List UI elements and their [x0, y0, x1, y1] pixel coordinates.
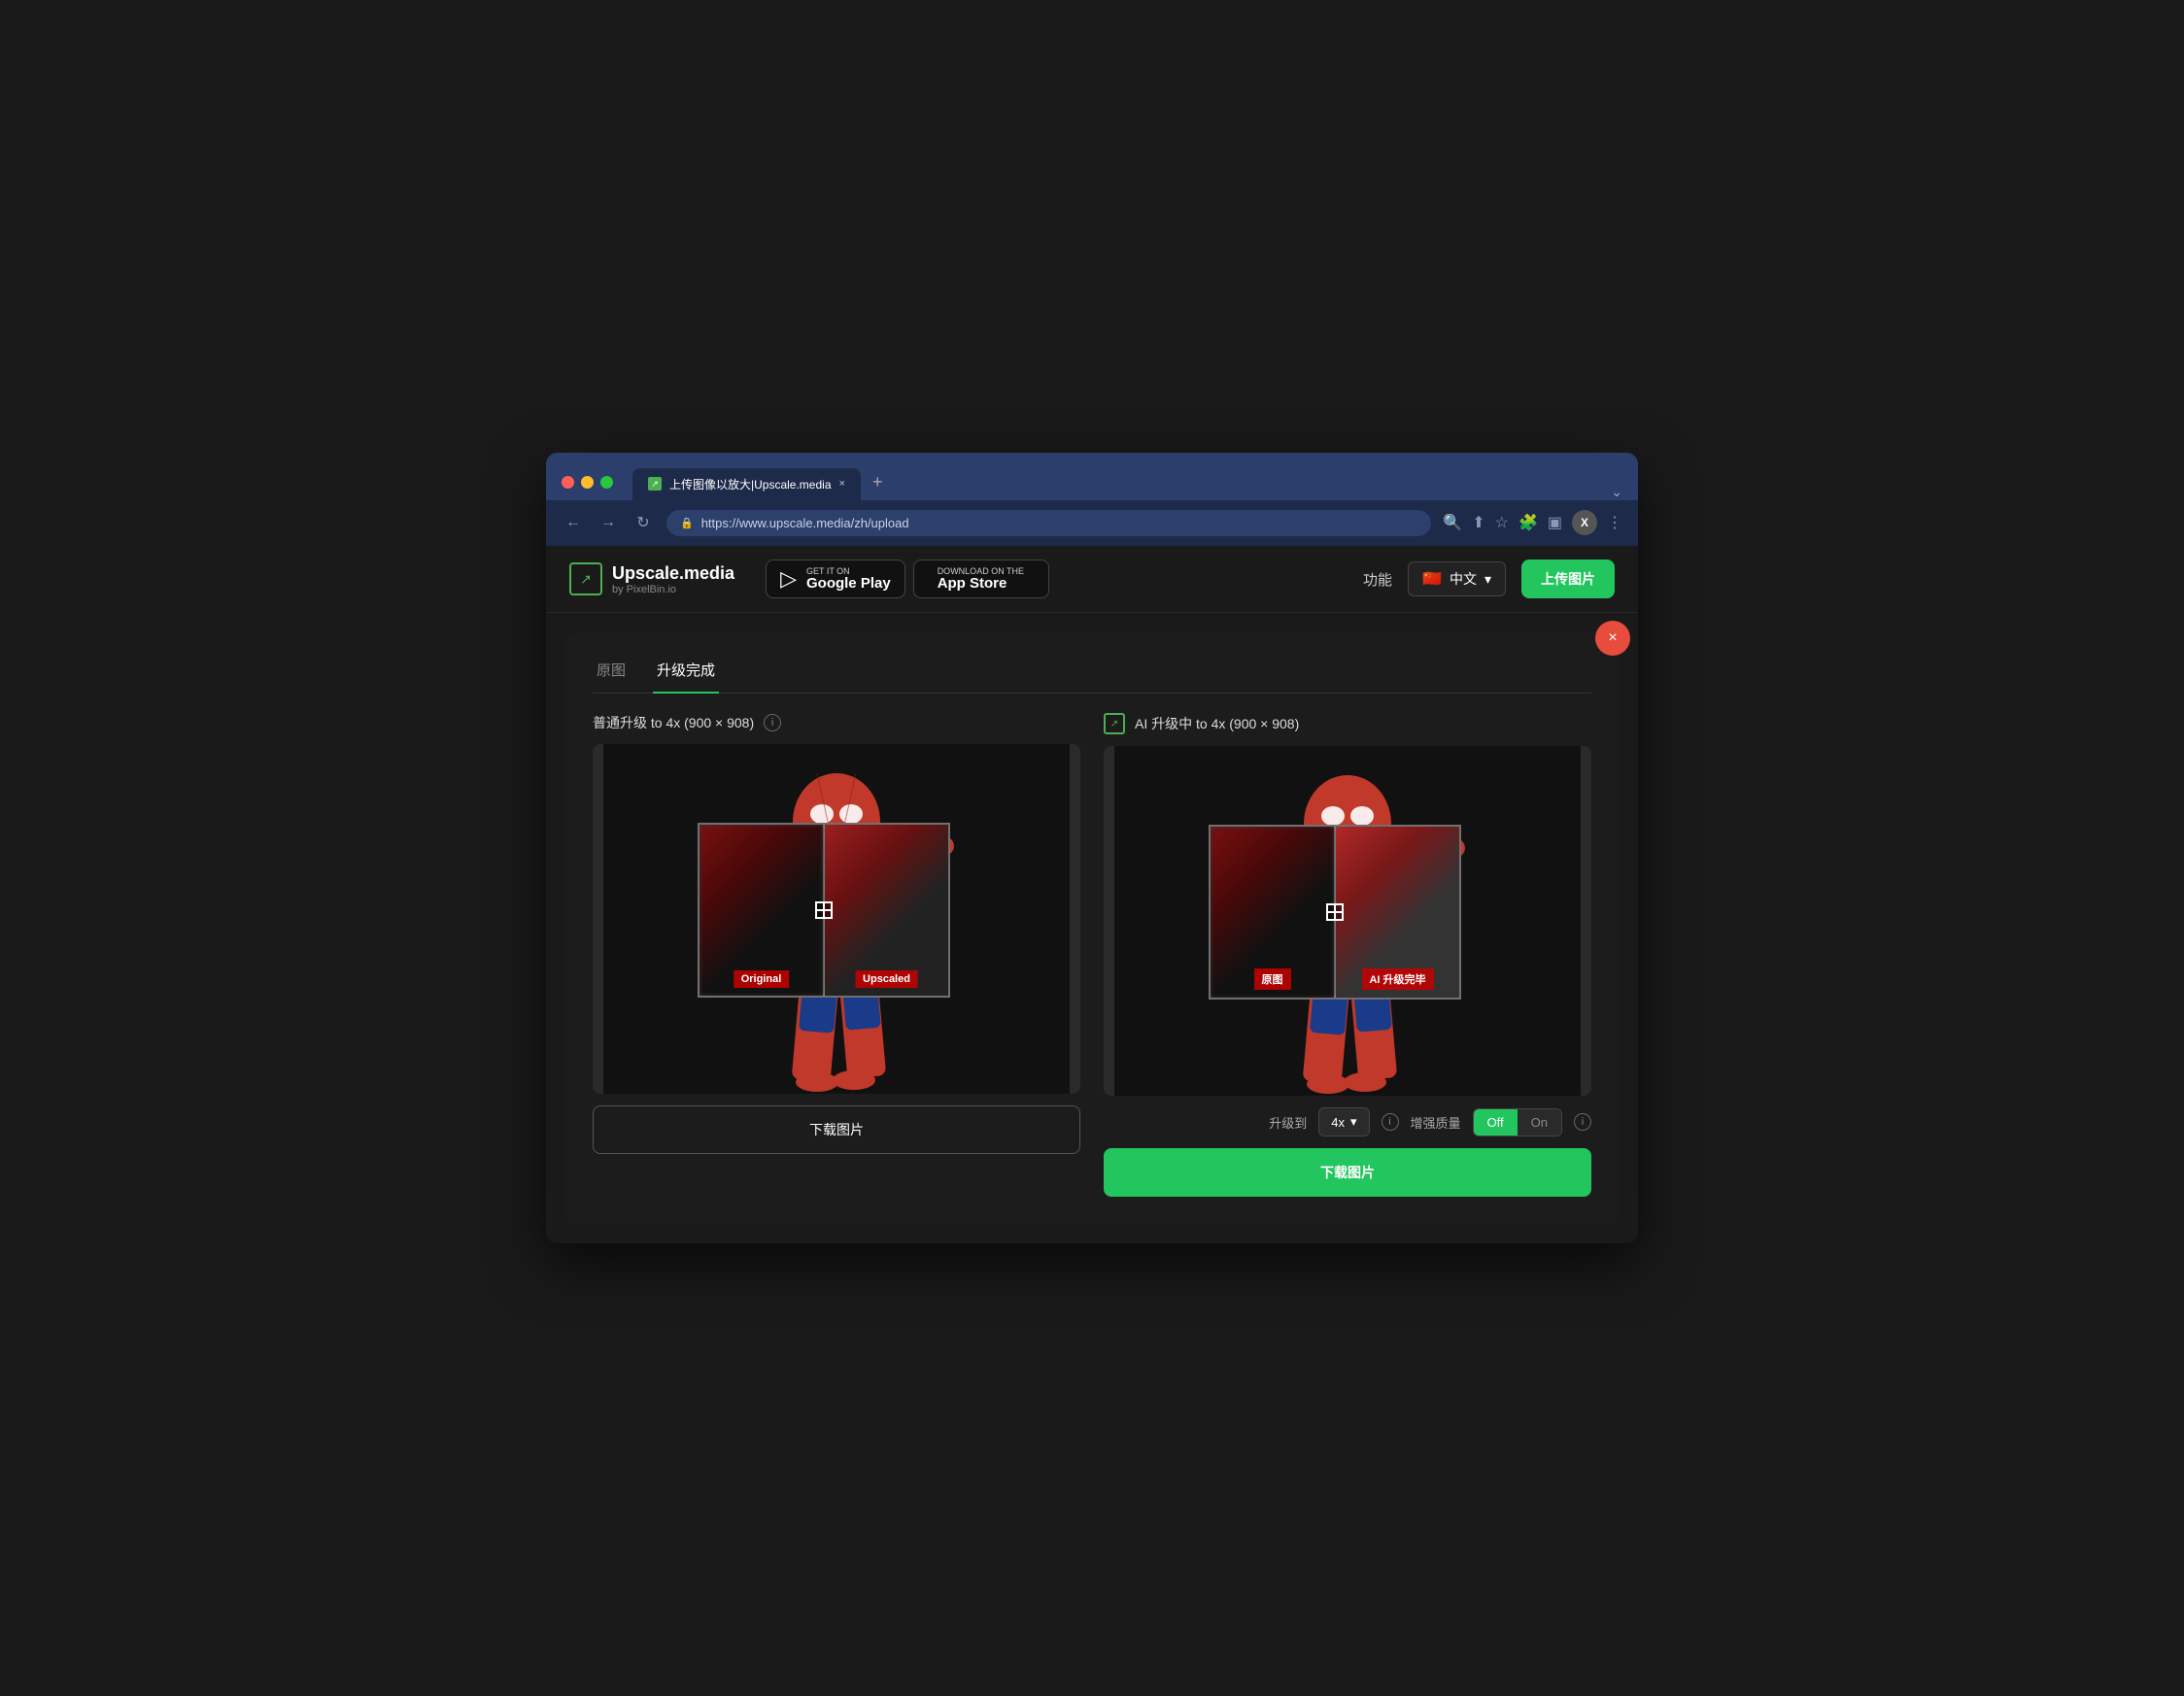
logo-name: Upscale.media — [612, 563, 734, 584]
site-logo: ↗ Upscale.media by PixelBin.io — [569, 562, 734, 595]
flag-icon: 🇨🇳 — [1422, 569, 1442, 589]
right-image-container: 原图 AI 升级完毕 — [1104, 746, 1591, 1096]
site-header: ↗ Upscale.media by PixelBin.io ▷ GET IT … — [546, 546, 1638, 614]
panels-row: 普通升级 to 4x (900 × 908) i — [593, 713, 1591, 1197]
language-selector[interactable]: 🇨🇳 中文 ▾ — [1408, 561, 1506, 596]
page-content: ↗ Upscale.media by PixelBin.io ▷ GET IT … — [546, 546, 1638, 1225]
info-icon-left[interactable]: i — [764, 714, 781, 731]
info-icon-quality[interactable]: i — [1574, 1113, 1591, 1131]
maximize-traffic-light[interactable] — [600, 476, 613, 489]
extensions-icon[interactable]: 🧩 — [1519, 513, 1538, 532]
refresh-button[interactable]: ↻ — [631, 513, 655, 532]
main-content: × 原图 升级完成 普通升级 to 4x (900 × 908) i — [565, 632, 1619, 1224]
address-text: https://www.upscale.media/zh/upload — [701, 516, 909, 530]
right-mag-right: AI 升级完毕 — [1336, 827, 1459, 998]
right-panel-header: ↗ AI 升级中 to 4x (900 × 908) — [1104, 713, 1591, 734]
profile-icon[interactable]: X — [1572, 510, 1597, 535]
share-icon[interactable]: ⬆ — [1472, 513, 1484, 532]
address-bar[interactable]: 🔒 https://www.upscale.media/zh/upload — [666, 510, 1431, 536]
chevron-down-icon: ▾ — [1484, 571, 1491, 588]
tab-close-btn[interactable]: × — [839, 478, 845, 490]
browser-titlebar: ↗ 上传图像以放大|Upscale.media × + ⌄ — [546, 453, 1638, 500]
right-download-button[interactable]: 下载图片 — [1104, 1148, 1591, 1197]
upgrade-dropdown[interactable]: 4x ▾ — [1318, 1107, 1369, 1136]
toggle-on-button[interactable]: On — [1518, 1109, 1561, 1136]
forward-button[interactable]: → — [597, 514, 620, 531]
right-magnifier-crosshair[interactable] — [1326, 903, 1344, 921]
logo-text: Upscale.media by PixelBin.io — [612, 563, 734, 595]
menu-icon[interactable]: ⋮ — [1607, 513, 1622, 532]
lang-label: 中文 — [1450, 569, 1477, 589]
tab-upgraded[interactable]: 升级完成 — [653, 652, 719, 694]
tabs-row: 原图 升级完成 — [593, 652, 1591, 694]
upscaled-label: Upscaled — [855, 970, 918, 988]
logo-icon: ↗ — [569, 562, 602, 595]
browser-toolbar-right: 🔍 ⬆ ☆ 🧩 ▣ X ⋮ — [1443, 510, 1622, 535]
sidebar-icon[interactable]: ▣ — [1548, 513, 1562, 532]
right-panel-controls: 升级到 4x ▾ i 增强质量 Off On i — [1104, 1107, 1591, 1136]
traffic-lights — [562, 476, 613, 489]
search-icon[interactable]: 🔍 — [1443, 513, 1462, 532]
ai-panel-icon: ↗ — [1104, 713, 1125, 734]
right-original-label: 原图 — [1254, 968, 1291, 990]
google-play-icon: ▷ — [780, 566, 797, 592]
tab-title: 上传图像以放大|Upscale.media — [669, 476, 832, 492]
store-buttons: ▷ GET IT ON Google Play Download on the … — [766, 560, 1049, 599]
right-panel-actions: 下载图片 — [1104, 1148, 1591, 1197]
expand-icon[interactable]: ⌄ — [1611, 484, 1622, 500]
left-panel-actions: 下载图片 — [593, 1105, 1080, 1154]
left-mag-left: Original — [700, 825, 823, 996]
bookmark-icon[interactable]: ☆ — [1495, 513, 1509, 532]
new-tab-button[interactable]: + — [861, 464, 895, 500]
left-mag-right: Upscaled — [825, 825, 948, 996]
google-play-big: Google Play — [806, 576, 891, 593]
left-magnifier: Original Upscaled — [698, 823, 950, 998]
right-panel: ↗ AI 升级中 to 4x (900 × 908) — [1104, 713, 1591, 1197]
dropdown-chevron: ▾ — [1350, 1114, 1357, 1130]
original-label: Original — [734, 970, 790, 988]
tabs-bar: ↗ 上传图像以放大|Upscale.media × + ⌄ — [632, 464, 1622, 500]
google-play-text: GET IT ON Google Play — [806, 566, 891, 593]
ai-upgraded-label: AI 升级完毕 — [1361, 968, 1433, 990]
left-panel: 普通升级 to 4x (900 × 908) i — [593, 713, 1080, 1197]
minimize-traffic-light[interactable] — [581, 476, 594, 489]
close-traffic-light[interactable] — [562, 476, 574, 489]
nav-features[interactable]: 功能 — [1363, 569, 1392, 590]
upgrade-label: 升级到 — [1269, 1113, 1307, 1132]
app-store-button[interactable]: Download on the App Store — [913, 560, 1049, 599]
upgrade-value: 4x — [1331, 1115, 1345, 1130]
quality-toggle: Off On — [1473, 1108, 1562, 1136]
info-icon-upgrade[interactable]: i — [1382, 1113, 1399, 1131]
active-tab[interactable]: ↗ 上传图像以放大|Upscale.media × — [632, 468, 861, 500]
tab-favicon: ↗ — [648, 477, 662, 491]
app-store-text: Download on the App Store — [938, 566, 1024, 593]
right-mag-left: 原图 — [1211, 827, 1334, 998]
left-download-button[interactable]: 下载图片 — [593, 1105, 1080, 1154]
back-button[interactable]: ← — [562, 514, 585, 531]
right-magnifier: 原图 AI 升级完毕 — [1209, 825, 1461, 1000]
browser-addressbar: ← → ↻ 🔒 https://www.upscale.media/zh/upl… — [546, 500, 1638, 546]
toggle-off-button[interactable]: Off — [1474, 1109, 1518, 1136]
upload-button[interactable]: 上传图片 — [1521, 560, 1615, 598]
left-panel-header: 普通升级 to 4x (900 × 908) i — [593, 713, 1080, 732]
close-button[interactable]: × — [1595, 621, 1630, 656]
magnifier-crosshair[interactable] — [815, 901, 833, 919]
quality-label: 增强质量 — [1411, 1113, 1461, 1132]
browser-window: ↗ 上传图像以放大|Upscale.media × + ⌄ ← → ↻ 🔒 ht… — [546, 453, 1638, 1244]
google-play-button[interactable]: ▷ GET IT ON Google Play — [766, 560, 905, 599]
logo-sub: by PixelBin.io — [612, 584, 734, 595]
right-panel-title: AI 升级中 to 4x (900 × 908) — [1135, 714, 1299, 733]
app-store-big: App Store — [938, 576, 1024, 593]
left-image-container: Original Upscaled — [593, 744, 1080, 1094]
left-panel-title: 普通升级 to 4x (900 × 908) — [593, 713, 754, 732]
tab-original[interactable]: 原图 — [593, 652, 630, 694]
lock-icon: 🔒 — [680, 517, 694, 529]
